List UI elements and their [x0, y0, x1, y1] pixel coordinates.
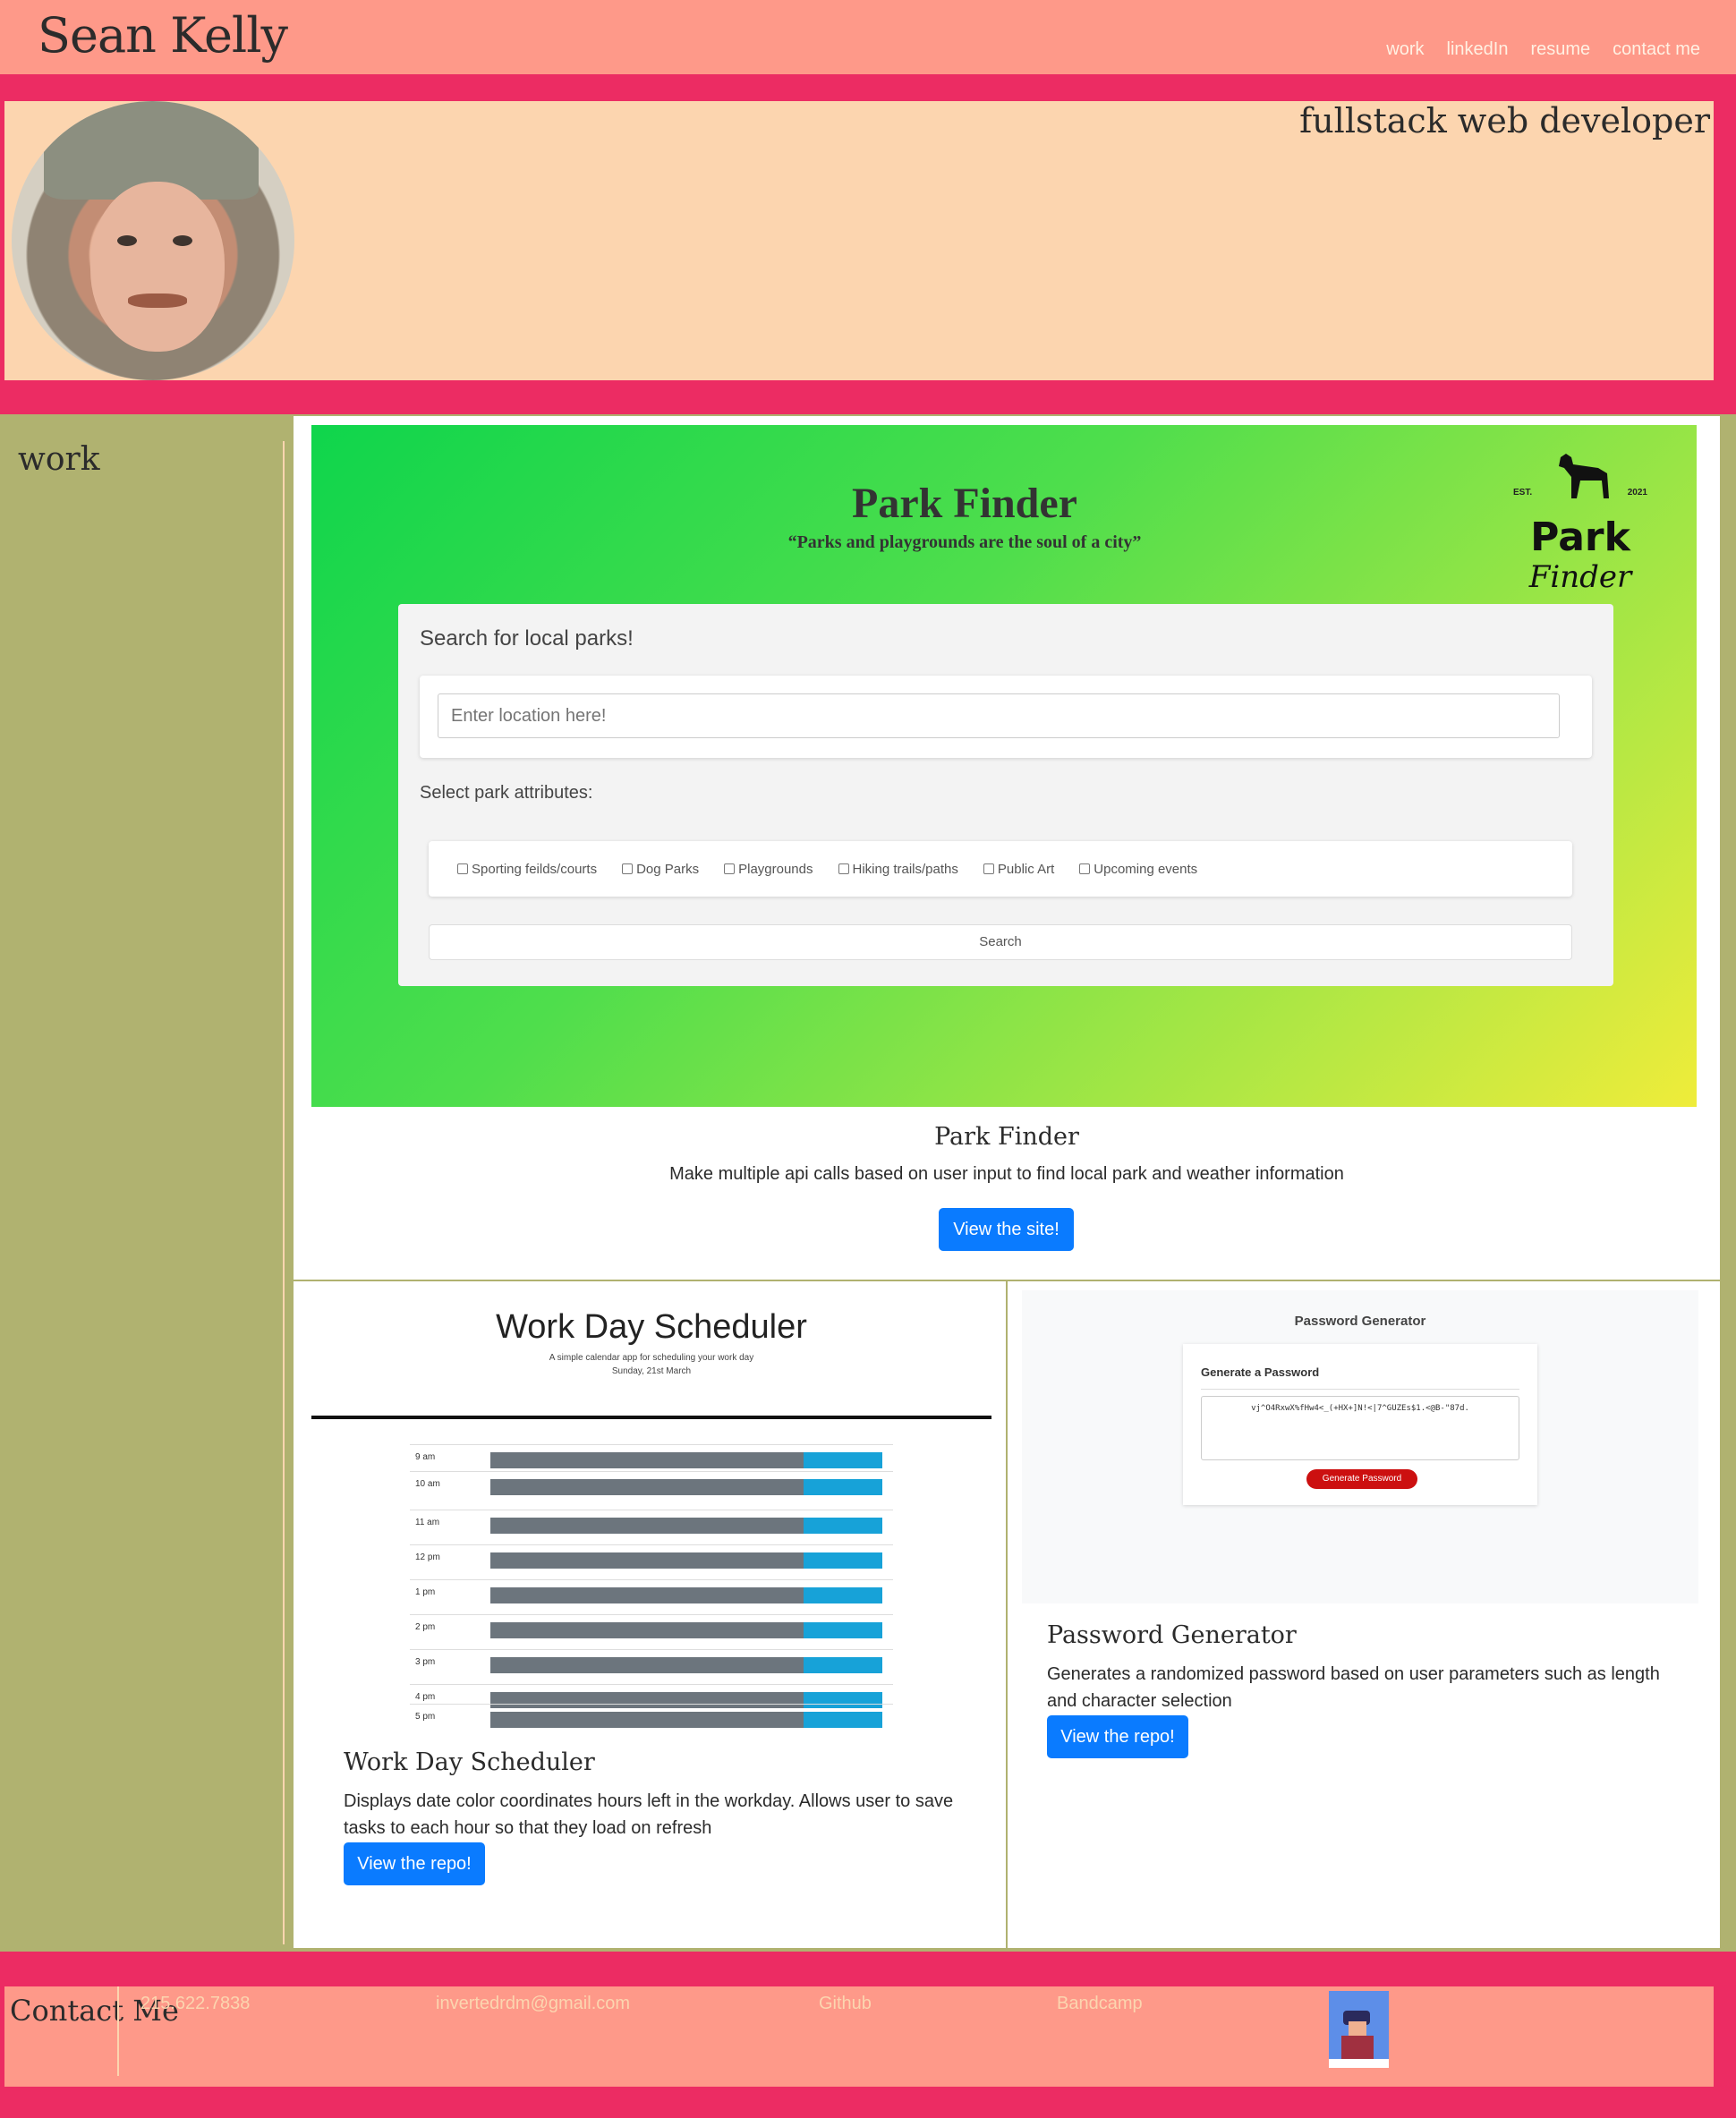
hour-row: 9 am	[410, 1444, 893, 1471]
bandcamp-link[interactable]: Bandcamp	[1057, 1994, 1143, 2014]
scheduler-date: Sunday, 21st March	[611, 1366, 692, 1376]
project-card-password-generator: Password Generator Generate a Password v…	[1008, 1281, 1720, 1948]
hour-row: 12 pm	[410, 1544, 893, 1571]
checkbox[interactable]	[724, 863, 736, 874]
hour-row: 5 pm	[410, 1704, 893, 1729]
checkbox[interactable]	[838, 863, 849, 874]
logo-est: EST.	[1513, 488, 1533, 498]
checkbox[interactable]	[457, 863, 468, 874]
save-button[interactable]	[804, 1479, 882, 1495]
attribute-sporting[interactable]: Sporting feilds/courts	[457, 862, 597, 877]
save-button[interactable]	[804, 1552, 882, 1569]
checkbox[interactable]	[983, 863, 994, 874]
attribute-playgrounds[interactable]: Playgrounds	[724, 862, 813, 877]
project-title: Park Finder	[934, 1123, 1079, 1151]
view-repo-button[interactable]: View the repo!	[1047, 1715, 1188, 1758]
park-finder-screenshot: Park Finder “Parks and playgrounds are t…	[311, 425, 1697, 1107]
pw-heading: Password Generator	[1294, 1314, 1426, 1329]
park-finder-quote: “Parks and playgrounds are the soul of a…	[787, 532, 1142, 552]
project-description: Make multiple api calls based on user in…	[669, 1164, 1344, 1184]
hour-row: 3 pm	[410, 1649, 893, 1676]
section-divider	[283, 441, 285, 1944]
site-name: Sean Kelly	[38, 7, 288, 64]
logo-word-park: Park	[1530, 515, 1630, 560]
save-button[interactable]	[804, 1518, 882, 1534]
attribute-events[interactable]: Upcoming events	[1079, 862, 1197, 877]
attributes-label: Select park attributes:	[420, 783, 593, 803]
attributes-list: Sporting feilds/courts Dog Parks Playgro…	[429, 841, 1572, 897]
park-finder-logo: EST. 2021 Park Finder	[1513, 443, 1647, 595]
save-button[interactable]	[804, 1587, 882, 1603]
nav-link-resume[interactable]: resume	[1530, 39, 1590, 60]
work-day-screenshot: Work Day Scheduler A simple calendar app…	[311, 1290, 991, 1729]
contact-footer: Contact Me 215.622.7838 invertedrdm@gmai…	[4, 1986, 1714, 2087]
logo-word-finder: Finder	[1528, 559, 1632, 595]
site-header: Sean Kelly work linkedIn resume contact …	[0, 0, 1736, 74]
dog-icon	[1559, 454, 1609, 498]
save-button[interactable]	[804, 1452, 882, 1468]
hour-row: 1 pm	[410, 1579, 893, 1606]
github-link[interactable]: Github	[819, 1994, 872, 2014]
save-button[interactable]	[804, 1622, 882, 1638]
generate-password-button[interactable]: Generate Password	[1306, 1469, 1417, 1489]
phone-link[interactable]: 215.622.7838	[140, 1994, 250, 2014]
pw-card: Generate a Password vj^O4RxwX%fHw4<_(+HX…	[1183, 1344, 1537, 1505]
park-finder-heading: Park Finder	[852, 480, 1077, 527]
nav-link-work[interactable]: work	[1386, 39, 1424, 60]
pw-card-title: Generate a Password	[1201, 1365, 1320, 1379]
project-description: Displays date color coordinates hours le…	[344, 1791, 954, 1838]
hour-row: 11 am	[410, 1510, 893, 1536]
project-card-work-day-scheduler: Work Day Scheduler A simple calendar app…	[294, 1281, 1006, 1948]
project-title: Work Day Scheduler	[344, 1748, 595, 1776]
email-link[interactable]: invertedrdm@gmail.com	[436, 1994, 630, 2014]
profile-photo	[12, 101, 294, 380]
attribute-hiking[interactable]: Hiking trails/paths	[838, 862, 958, 877]
project-title: Password Generator	[1047, 1621, 1297, 1649]
tagline: fullstack web developer	[1299, 101, 1710, 140]
scheduler-subheading: A simple calendar app for scheduling you…	[549, 1353, 754, 1363]
park-search-panel: Search for local parks! Select park attr…	[398, 604, 1613, 986]
password-generator-screenshot: Password Generator Generate a Password v…	[1022, 1290, 1698, 1603]
checkbox[interactable]	[622, 863, 634, 874]
save-button[interactable]	[804, 1657, 882, 1673]
scheduler-heading: Work Day Scheduler	[496, 1308, 807, 1346]
nav-link-contact[interactable]: contact me	[1613, 39, 1700, 60]
main-nav: work linkedIn resume contact me	[1386, 39, 1700, 60]
search-heading: Search for local parks!	[420, 626, 634, 651]
attribute-dog-parks[interactable]: Dog Parks	[622, 862, 699, 877]
location-input[interactable]	[438, 693, 1560, 738]
password-output[interactable]: vj^O4RxwX%fHw4<_(+HX+]N!<|7^GUZEs$1.<@B-…	[1201, 1396, 1519, 1460]
search-button[interactable]: Search	[429, 924, 1572, 960]
project-card-park-finder: Park Finder “Parks and playgrounds are t…	[294, 416, 1720, 1280]
hour-row: 10 am	[410, 1471, 893, 1498]
pixel-avatar-image[interactable]	[1329, 1991, 1389, 2068]
view-site-button[interactable]: View the site!	[939, 1208, 1074, 1251]
save-button[interactable]	[804, 1712, 882, 1728]
project-description: Generates a randomized password based on…	[1047, 1664, 1660, 1711]
logo-year: 2021	[1627, 488, 1647, 498]
hero-banner: fullstack web developer	[4, 101, 1714, 380]
nav-link-linkedin[interactable]: linkedIn	[1447, 39, 1509, 60]
attribute-public-art[interactable]: Public Art	[983, 862, 1054, 877]
hour-row: 2 pm	[410, 1614, 893, 1641]
view-repo-button[interactable]: View the repo!	[344, 1842, 485, 1885]
checkbox[interactable]	[1079, 863, 1091, 874]
work-section: work Park Finder “Parks and playgrounds …	[0, 414, 1736, 1952]
section-title: work	[18, 441, 100, 478]
